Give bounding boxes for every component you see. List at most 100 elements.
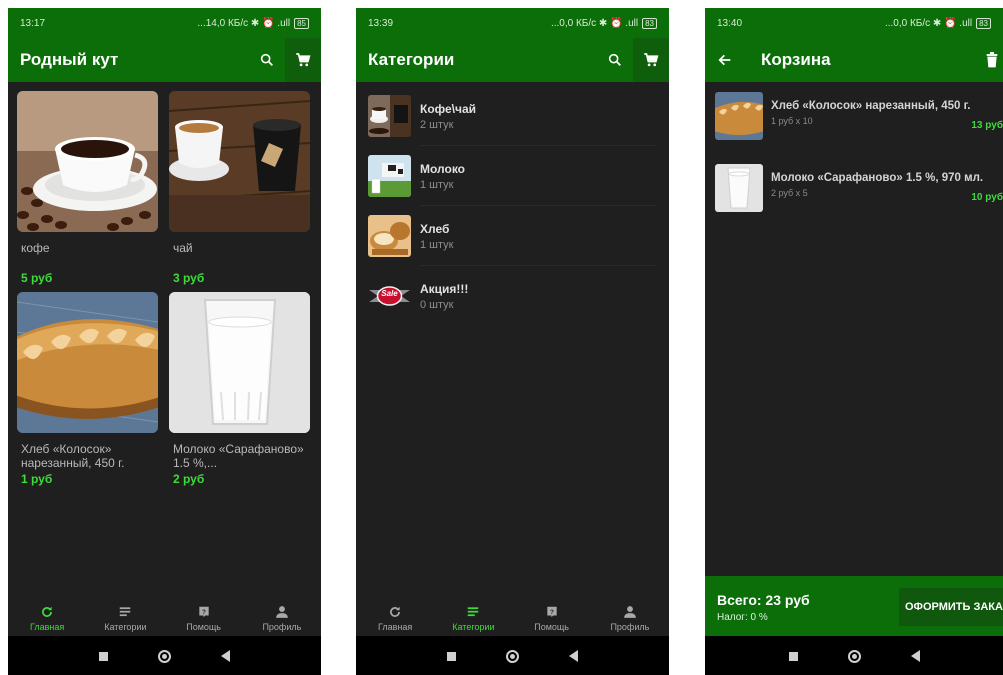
- home-button[interactable]: [506, 649, 519, 663]
- battery-icon: 85: [294, 17, 309, 29]
- cart-button[interactable]: [285, 38, 321, 82]
- cart-item-bread[interactable]: Хлеб «Колосок» нарезанный, 450 г. 1 руб …: [715, 86, 1003, 146]
- home-button[interactable]: [158, 649, 171, 663]
- product-image: [169, 292, 310, 433]
- svg-text:?: ?: [550, 609, 554, 616]
- cart-item-name: Молоко «Сарафаново» 1.5 %, 970 мл.: [771, 172, 984, 184]
- list-icon: [468, 607, 479, 617]
- place-order-button[interactable]: ОФОРМИТЬ ЗАКАЗ: [899, 588, 1003, 626]
- cart-item-milk[interactable]: Молоко «Сарафаново» 1.5 %, 970 мл. 2 руб…: [715, 158, 1003, 218]
- category-name: Хлеб: [420, 221, 450, 236]
- status-bar: 13:39 ...0,0 КБ/с ✱ ⏰ .ull 83: [356, 8, 669, 38]
- nav-label: Профиль: [262, 622, 302, 632]
- category-item-coffee-tea[interactable]: Кофе\чай 2 штук: [368, 86, 669, 146]
- status-time: 13:40: [717, 17, 743, 29]
- recents-button[interactable]: [447, 651, 456, 661]
- nav-home[interactable]: Главная: [356, 600, 434, 636]
- person-icon: [276, 606, 288, 618]
- category-list: Кофе\чай 2 штук Молоко 1 штук Хлеб 1 шту…: [356, 82, 669, 600]
- recents-button[interactable]: [788, 651, 798, 661]
- checkout-bar: Всего: 23 руб Налог: 0 % ОФОРМИТЬ ЗАКАЗ: [705, 576, 1003, 636]
- product-image: [17, 91, 158, 232]
- nav-label: Помощь: [534, 622, 569, 632]
- bottom-navigation: Главная Категории ? Помощь Профиль: [356, 600, 669, 636]
- status-bar: 13:17 ...14,0 КБ/с ✱ ⏰ .ull 85: [8, 8, 321, 38]
- product-card-bread[interactable]: Хлеб «Колосок» нарезанный, 450 г. 1 руб: [17, 292, 158, 486]
- category-item-milk[interactable]: Молоко 1 штук: [368, 146, 669, 206]
- cart-item-image: [715, 164, 763, 212]
- status-time: 13:39: [368, 17, 394, 29]
- system-navigation: [8, 636, 321, 675]
- nav-categories[interactable]: Категории: [86, 600, 164, 636]
- person-icon: [624, 606, 636, 618]
- status-network: ...0,0 КБ/с ✱ ⏰ .ull: [884, 17, 973, 29]
- cart-list: Хлеб «Колосок» нарезанный, 450 г. 1 руб …: [705, 82, 1003, 576]
- sale-badge-icon: Sale: [368, 275, 411, 317]
- cart-item-sum: 10 руб: [971, 192, 1003, 203]
- product-image: [17, 292, 158, 433]
- app-bar: Корзина: [705, 38, 1003, 82]
- cart-item-quantity: 2 руб x 5: [771, 188, 808, 198]
- search-button[interactable]: [597, 38, 633, 82]
- nav-profile[interactable]: Профиль: [591, 600, 669, 636]
- status-network: ...0,0 КБ/с ✱ ⏰ .ull: [550, 17, 639, 29]
- category-name: Кофе\чай: [420, 101, 477, 116]
- product-name: Молоко «Сарафаново» 1.5 %,...: [173, 442, 304, 470]
- category-name: Акция!!!: [420, 281, 469, 296]
- cart-item-name: Хлеб «Колосок» нарезанный, 450 г.: [771, 100, 971, 112]
- nav-label: Главная: [377, 622, 413, 632]
- back-system-button[interactable]: [910, 650, 920, 662]
- back-button[interactable]: [705, 38, 745, 82]
- trash-icon: [986, 52, 998, 68]
- battery-icon: 83: [976, 17, 991, 29]
- product-card-coffee[interactable]: кофе 5 руб: [17, 91, 158, 285]
- product-name: чай: [173, 241, 193, 255]
- app-bar: Категории: [356, 38, 669, 82]
- cart-item-quantity: 1 руб x 10: [771, 116, 813, 126]
- status-time: 13:17: [20, 17, 46, 29]
- cart-screen: 13:40 ...0,0 КБ/с ✱ ⏰ .ull 83 Корзина Хл…: [705, 8, 1003, 675]
- search-icon: [608, 53, 621, 66]
- sale-badge-text: Sale: [381, 289, 398, 298]
- status-bar: 13:40 ...0,0 КБ/с ✱ ⏰ .ull 83: [705, 8, 1003, 38]
- search-icon: [260, 53, 273, 66]
- nav-help[interactable]: ? Помощь: [165, 600, 243, 636]
- clear-cart-button[interactable]: [981, 38, 1003, 82]
- nav-label: Категории: [104, 622, 147, 632]
- product-card-tea[interactable]: чай 3 руб: [169, 91, 310, 285]
- search-button[interactable]: [249, 38, 285, 82]
- nav-categories[interactable]: Категории: [434, 600, 512, 636]
- status-network: ...14,0 КБ/с ✱ ⏰ .ull: [197, 17, 291, 29]
- nav-profile[interactable]: Профиль: [243, 600, 321, 636]
- product-price: 1 руб: [21, 472, 53, 486]
- category-name: Молоко: [420, 161, 465, 176]
- product-image: [169, 91, 310, 232]
- category-item-sale[interactable]: Sale Акция!!! 0 штук: [368, 266, 669, 326]
- nav-home[interactable]: Главная: [8, 600, 86, 636]
- recents-button[interactable]: [99, 651, 108, 661]
- battery-icon: 83: [642, 17, 657, 29]
- refresh-icon: [42, 606, 53, 617]
- cart-total: Всего: 23 руб: [717, 592, 810, 608]
- nav-help[interactable]: ? Помощь: [513, 600, 591, 636]
- app-bar: Родный кут: [8, 38, 321, 82]
- category-item-bread[interactable]: Хлеб 1 штук: [368, 206, 669, 266]
- home-button[interactable]: [847, 649, 861, 663]
- home-screen: 13:17 ...14,0 КБ/с ✱ ⏰ .ull 85 Родный ку…: [8, 8, 321, 675]
- back-system-button[interactable]: [569, 650, 578, 662]
- cart-item-image: [715, 92, 763, 140]
- cart-icon: [644, 53, 659, 67]
- system-navigation: [705, 636, 1003, 675]
- product-card-milk[interactable]: Молоко «Сарафаново» 1.5 %,... 2 руб: [169, 292, 310, 486]
- cart-tax: Налог: 0 %: [717, 612, 768, 623]
- system-navigation: [356, 636, 669, 675]
- category-count: 2 штук: [420, 118, 454, 131]
- category-image: [368, 215, 411, 257]
- back-system-button[interactable]: [221, 650, 230, 662]
- product-price: 2 руб: [173, 472, 205, 486]
- cart-button[interactable]: [633, 38, 669, 82]
- product-name: кофе: [21, 241, 50, 255]
- cart-icon: [296, 53, 311, 67]
- category-image: [368, 95, 411, 137]
- svg-text:?: ?: [202, 609, 206, 616]
